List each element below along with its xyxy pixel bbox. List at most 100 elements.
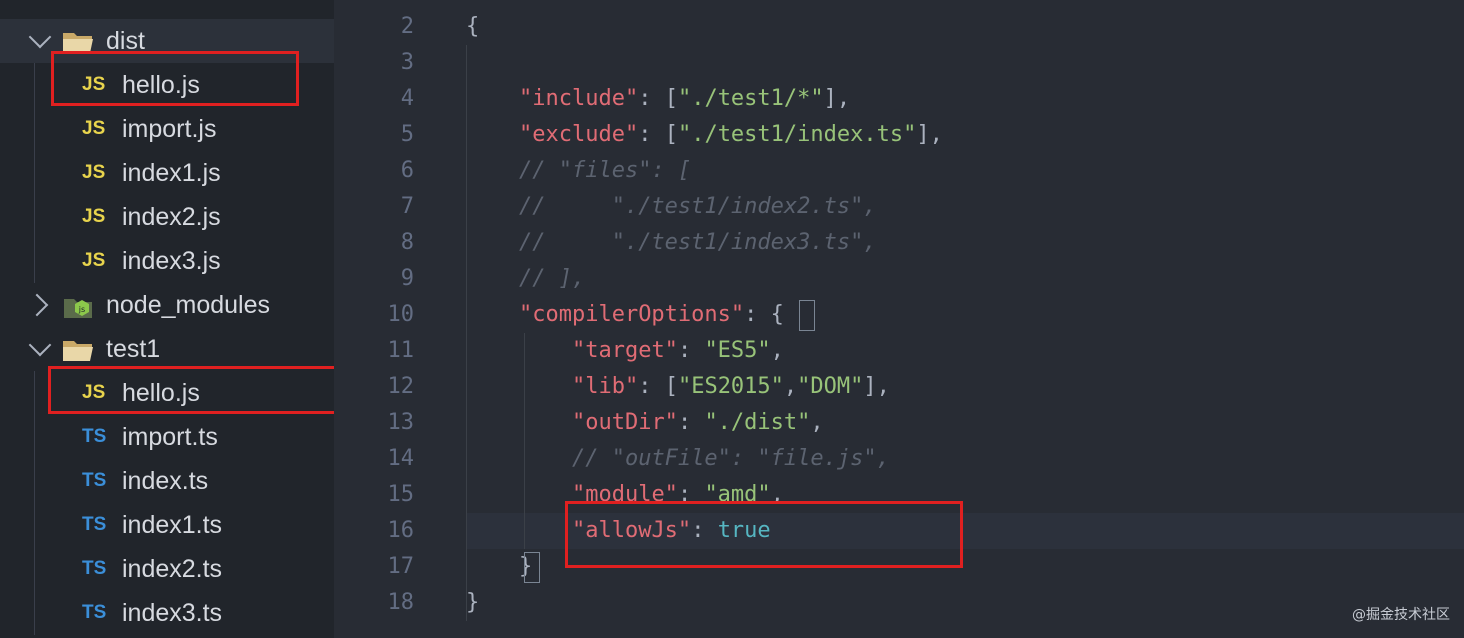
line-number: 7: [400, 194, 414, 219]
code-line[interactable]: // "outFile": "file.js",: [466, 441, 890, 477]
ts-file-icon: TS: [82, 470, 107, 491]
code-line[interactable]: "outDir": "./dist",: [466, 405, 824, 441]
file-item[interactable]: JS index2.js: [0, 195, 334, 239]
code-token: "ES5": [704, 338, 771, 363]
code-token: "ES2015": [677, 374, 784, 399]
file-item[interactable]: TS import.ts: [0, 415, 334, 459]
ts-file-icon: TS: [82, 558, 107, 579]
folder-label: test1: [106, 335, 161, 363]
code-token: ],: [863, 374, 890, 399]
file-label: index2.ts: [122, 555, 223, 583]
code-token: "target": [571, 338, 678, 363]
code-token: "./test1/*": [677, 86, 824, 111]
line-number: 18: [387, 590, 415, 615]
highlight-box: [565, 501, 963, 568]
code-token: // "./test1/index3.ts",: [518, 230, 877, 255]
file-item[interactable]: JS index3.js: [0, 239, 334, 283]
line-number: 2: [400, 14, 414, 39]
chevron-down-icon[interactable]: [28, 333, 52, 357]
code-token: }: [466, 590, 480, 615]
js-file-icon: JS: [82, 206, 106, 227]
highlight-box: [48, 366, 334, 414]
js-file-icon: JS: [82, 162, 106, 183]
watermark: @掘金技术社区: [1352, 607, 1450, 623]
folder-open-icon: [62, 30, 94, 53]
line-number: 8: [400, 230, 414, 255]
folder-open-icon: [62, 338, 94, 361]
code-line[interactable]: "include": ["./test1/*"],: [466, 81, 850, 117]
code-line[interactable]: // "./test1/index3.ts",: [466, 225, 877, 261]
code-token: ,: [810, 410, 824, 435]
line-number: 9: [400, 266, 414, 291]
code-token: : [: [638, 86, 678, 111]
code-token: // "outFile": "file.js",: [571, 446, 890, 471]
file-item[interactable]: JS index1.js: [0, 151, 334, 195]
line-number: 3: [400, 50, 414, 75]
chevron-down-icon[interactable]: [28, 25, 52, 49]
file-label: index1.ts: [122, 511, 223, 539]
bracket-match-box: [799, 300, 815, 331]
code-token: {: [770, 302, 784, 327]
file-item[interactable]: TS index1.ts: [0, 503, 334, 547]
code-line[interactable]: // ],: [466, 261, 585, 297]
code-line[interactable]: "exclude": ["./test1/index.ts"],: [466, 117, 943, 153]
code-token: // "files": [: [518, 158, 692, 183]
node-folder-icon: js: [62, 294, 94, 318]
code-line[interactable]: {: [466, 9, 479, 45]
code-line[interactable]: }: [466, 549, 532, 585]
code-token: : [: [638, 374, 678, 399]
code-line[interactable]: // "files": [: [466, 153, 691, 189]
code-editor[interactable]: 2{3 4 "include": ["./test1/*"], 5 "exclude…: [334, 0, 1464, 638]
file-explorer: dist JS hello.js JS import.js JS index1.js JS in…: [0, 0, 334, 638]
code-token: "exclude": [518, 122, 639, 147]
bracket-match-box: [524, 552, 540, 583]
file-label: index2.js: [122, 203, 221, 231]
file-item[interactable]: TS index3.ts: [0, 591, 334, 635]
line-number: 17: [387, 554, 415, 579]
file-label: index1.js: [122, 159, 221, 187]
file-item[interactable]: JS import.js: [0, 107, 334, 151]
code-line[interactable]: "compilerOptions": {: [466, 297, 784, 333]
line-number: 15: [387, 482, 415, 507]
code-token: :: [677, 338, 705, 363]
code-token: "compilerOptions": [518, 302, 745, 327]
code-line[interactable]: }: [466, 585, 479, 621]
code-token: :: [677, 410, 705, 435]
line-number: 10: [387, 302, 415, 327]
file-item[interactable]: TS index.ts: [0, 459, 334, 503]
code-token: {: [466, 14, 480, 39]
folder-label: node_modules: [106, 291, 271, 319]
folder-item-test1[interactable]: test1: [0, 327, 334, 371]
code-line[interactable]: // "./test1/index2.ts",: [466, 189, 877, 225]
file-label: index3.js: [122, 247, 221, 275]
js-file-icon: JS: [82, 118, 106, 139]
file-label: index3.ts: [122, 599, 223, 627]
folder-item-node-modules[interactable]: js node_modules: [0, 283, 334, 327]
line-number: 16: [387, 518, 415, 543]
code-line[interactable]: "target": "ES5",: [466, 333, 784, 369]
chevron-right-icon[interactable]: [25, 293, 49, 317]
highlight-box: [51, 51, 299, 106]
code-token: :: [744, 302, 771, 327]
code-token: // "./test1/index2.ts",: [518, 194, 877, 219]
line-number: 12: [387, 374, 415, 399]
file-item[interactable]: TS index2.ts: [0, 547, 334, 591]
ts-file-icon: TS: [82, 602, 107, 623]
code-line[interactable]: "lib": ["ES2015","DOM"],: [466, 369, 890, 405]
code-token: "DOM": [797, 374, 864, 399]
file-label: index.ts: [122, 467, 209, 495]
line-number: 5: [400, 122, 414, 147]
code-token: "./dist": [704, 410, 811, 435]
code-token: "outDir": [571, 410, 678, 435]
